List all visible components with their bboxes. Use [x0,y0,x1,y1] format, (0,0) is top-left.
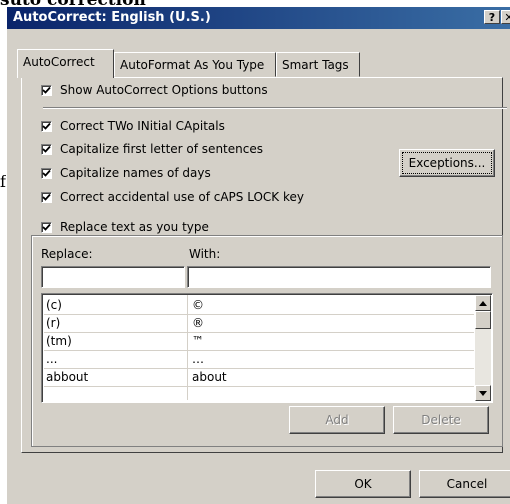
capitalize-names-of-days-checkbox[interactable]: Capitalize names of days [41,166,211,180]
checkbox-box[interactable] [41,221,52,233]
list-item[interactable]: abbout about [44,368,474,387]
replace-input[interactable] [41,266,185,288]
checkbox-label: Correct accidental use of cAPS LOCK key [60,190,304,204]
arrow-up-icon [479,300,487,306]
entry-with: … [192,352,204,366]
scroll-down-button[interactable] [475,385,491,401]
tab-autocorrect[interactable]: AutoCorrect [17,49,114,78]
check-icon [42,122,51,130]
list-item[interactable]: (c) © [44,296,474,315]
add-button[interactable]: Add [289,406,385,434]
checkbox-box[interactable] [41,143,52,155]
with-label: With: [189,247,221,261]
replace-text-as-you-type-checkbox[interactable]: Replace text as you type [39,220,213,234]
arrow-down-icon [479,390,487,396]
correct-two-initial-capitals-checkbox[interactable]: Correct TWo INitial CApitals [41,119,225,133]
entry-replace: (tm) [46,334,72,348]
button-label: Add [325,413,349,427]
tab-label: AutoFormat As You Type [120,58,265,72]
delete-button[interactable]: Delete [393,406,489,434]
entry-replace: ... [46,352,58,366]
column-divider [187,295,188,400]
checkbox-label: Show AutoCorrect Options buttons [60,83,268,97]
window-title: AutoCorrect: English (U.S.) [13,10,211,25]
correct-caps-lock-checkbox[interactable]: Correct accidental use of cAPS LOCK key [41,190,304,204]
checkbox-label: Capitalize names of days [60,166,211,180]
help-button[interactable]: ? [484,10,500,24]
with-input[interactable] [187,266,491,288]
button-label: Exceptions... [408,156,486,170]
list-item[interactable]: (tm) ™ [44,332,474,351]
entry-with: © [192,298,204,312]
entry-replace: abbout [46,370,89,384]
check-icon [42,145,51,153]
list-item[interactable]: ... … [44,350,474,369]
check-icon [42,223,51,231]
checkbox-label: Replace text as you type [60,220,209,234]
entry-replace: (c) [46,298,62,312]
tab-label: AutoCorrect [23,55,95,69]
entry-with: about [192,370,227,384]
tab-smart-tags[interactable]: Smart Tags [276,52,360,77]
entry-replace: (r) [46,316,61,330]
entry-with: ® [192,316,204,330]
show-autocorrect-options-checkbox[interactable]: Show AutoCorrect Options buttons [41,83,268,97]
tab-autoformat-as-you-type[interactable]: AutoFormat As You Type [114,52,276,77]
tab-label: Smart Tags [282,58,349,72]
scroll-thumb[interactable] [475,311,491,329]
list-scrollbar[interactable] [475,295,491,401]
checkbox-box[interactable] [41,167,52,179]
replace-label: Replace: [41,247,93,261]
checkbox-box[interactable] [41,191,52,203]
scroll-up-button[interactable] [475,295,491,311]
check-icon [42,86,51,94]
capitalize-first-letter-checkbox[interactable]: Capitalize first letter of sentences [41,142,263,156]
entry-with: ™ [192,334,204,348]
autocorrect-entries-list[interactable]: (c) © (r) ® (tm) ™ ... … abbout about [41,293,493,403]
check-icon [42,193,51,201]
exceptions-button[interactable]: Exceptions... [399,149,495,177]
button-label: Delete [421,413,461,427]
check-icon [42,169,51,177]
autocorrect-dialog: AutoCorrect: English (U.S.) ? ✕ AutoCorr… [6,6,510,504]
checkbox-label: Capitalize first letter of sentences [60,142,263,156]
checkbox-box[interactable] [41,84,52,96]
separator [43,107,507,109]
cancel-button[interactable]: Cancel [419,470,510,498]
button-label: Cancel [446,477,488,491]
ok-button[interactable]: OK [315,470,411,498]
title-bar[interactable]: AutoCorrect: English (U.S.) ? ✕ [7,7,510,29]
checkbox-label: Correct TWo INitial CApitals [60,119,225,133]
close-button[interactable]: ✕ [501,10,510,24]
checkbox-box[interactable] [41,120,52,132]
list-item[interactable]: (r) ® [44,314,474,333]
button-label: OK [354,477,372,491]
